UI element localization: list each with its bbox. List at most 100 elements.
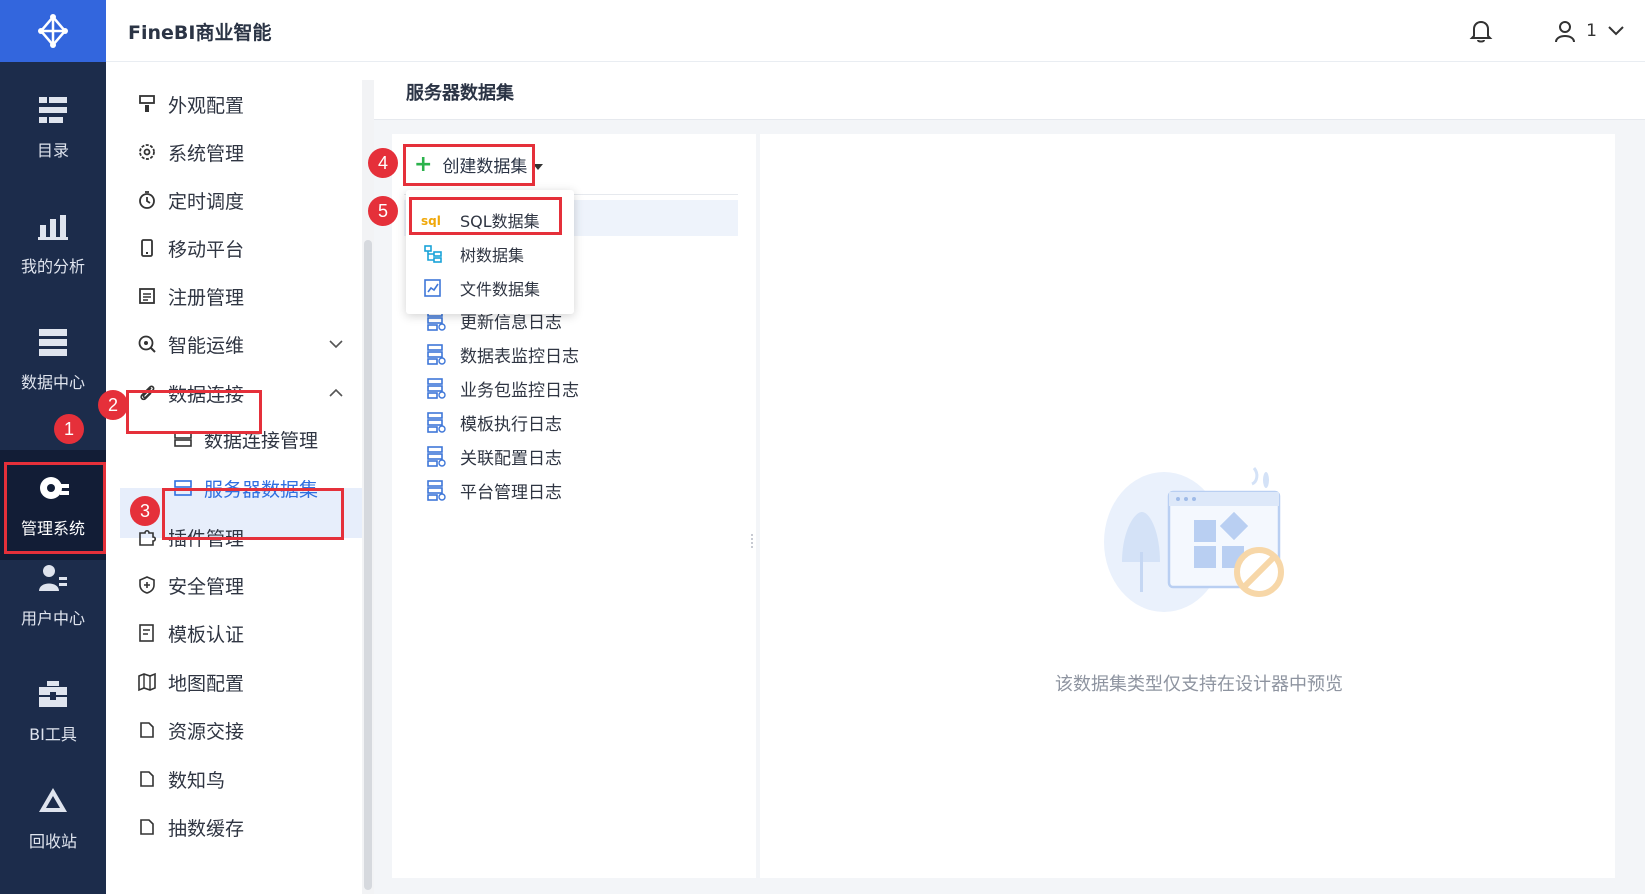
dataset-icon <box>427 378 446 399</box>
menu-item-label: 模板认证 <box>168 623 245 646</box>
dataset-item[interactable]: 平台管理日志 <box>426 472 562 508</box>
ops-icon <box>136 333 158 355</box>
rail-item-analysis[interactable]: 我的分析 <box>0 188 106 298</box>
user-name: 1 <box>1586 21 1597 41</box>
toolbox-icon <box>36 677 70 711</box>
notification-bell-icon[interactable] <box>1467 17 1495 45</box>
mobile-icon <box>136 237 158 259</box>
menu-item-mobile[interactable]: 移动平台 <box>136 228 244 268</box>
settings-icon <box>136 141 158 163</box>
rail-item-label: 目录 <box>36 141 69 160</box>
menu-item-label: 外观配置 <box>168 94 245 117</box>
brush-icon <box>136 93 158 115</box>
menu-item-resource-handover[interactable]: 资源交接 <box>136 710 244 750</box>
chevron-down-icon[interactable] <box>328 336 344 352</box>
menu-item-label: 抽数缓存 <box>168 817 245 840</box>
user-menu[interactable]: 1 <box>1554 17 1625 45</box>
chevron-up-icon[interactable] <box>328 385 344 401</box>
shield-icon <box>136 574 158 596</box>
menu-item-label: 数知鸟 <box>168 769 226 792</box>
data-center-icon <box>36 325 70 359</box>
empty-preview-illustration <box>1104 467 1284 612</box>
annotation-badge-2: 2 <box>98 390 128 420</box>
rail-item-label: 用户中心 <box>20 609 85 628</box>
dataset-icon <box>427 480 446 501</box>
register-icon <box>136 285 158 307</box>
menu-item-system[interactable]: 系统管理 <box>136 132 244 172</box>
annotation-badge-4: 4 <box>368 148 398 178</box>
menu-item-label: 智能运维 <box>168 334 245 357</box>
menu-item-map-config[interactable]: 地图配置 <box>136 662 244 702</box>
rail-item-label: BI工具 <box>29 725 77 744</box>
dataset-item[interactable]: 数据表监控日志 <box>426 336 579 372</box>
logo-icon <box>38 14 68 48</box>
scrollbar-thumb[interactable] <box>364 240 372 890</box>
app-title: FineBI商业智能 <box>128 22 272 44</box>
annotation-box-data-connection <box>126 390 262 434</box>
main-nav-rail: 目录 我的分析 数据中心 管理系统 用户中心 BI工具 回收站 <box>0 0 106 894</box>
menu-item-appearance[interactable]: 外观配置 <box>136 84 244 124</box>
dataset-label: 数据表监控日志 <box>460 346 579 367</box>
chevron-down-icon <box>1608 26 1624 36</box>
document-icon <box>136 719 158 741</box>
rail-item-catalog[interactable]: 目录 <box>0 72 106 182</box>
app-logo[interactable] <box>0 0 106 62</box>
dataset-icon <box>427 412 446 433</box>
file-icon <box>420 277 446 299</box>
menu-item-registration[interactable]: 注册管理 <box>136 276 244 316</box>
menu-item-label: 系统管理 <box>168 142 245 165</box>
map-icon <box>136 671 158 693</box>
menu-item-label: 注册管理 <box>168 286 245 309</box>
app-root: 目录 我的分析 数据中心 管理系统 用户中心 BI工具 回收站 FineBI商业… <box>0 0 1645 894</box>
rail-item-user-center[interactable]: 用户中心 <box>0 540 106 650</box>
management-menu: 外观配置 系统管理 定时调度 移动平台 注册管理 智能运维 数据连接 数据连接管… <box>106 62 374 894</box>
menu-item-shuzhiniao[interactable]: 数知鸟 <box>136 759 225 799</box>
annotation-badge-3: 3 <box>130 496 160 526</box>
dropdown-item-label: 文件数据集 <box>460 280 541 299</box>
annotation-box-server-dataset <box>162 488 344 540</box>
document-icon <box>136 768 158 790</box>
menu-item-security[interactable]: 安全管理 <box>136 565 244 605</box>
dataset-label: 业务包监控日志 <box>460 380 579 401</box>
menu-item-schedule[interactable]: 定时调度 <box>136 180 244 220</box>
menu-item-label: 定时调度 <box>168 190 245 213</box>
annotation-badge-5: 5 <box>368 196 398 226</box>
dropdown-item-label: 树数据集 <box>460 246 525 265</box>
rail-item-recycle[interactable]: 回收站 <box>0 768 106 868</box>
menu-item-extract-cache[interactable]: 抽数缓存 <box>136 807 244 847</box>
tree-icon <box>420 243 446 265</box>
menu-item-ops[interactable]: 智能运维 <box>136 324 346 364</box>
timer-icon <box>136 189 158 211</box>
catalog-icon <box>36 93 70 127</box>
dataset-item[interactable]: 关联配置日志 <box>426 438 562 474</box>
annotation-box-management <box>4 462 106 554</box>
dropdown-item-file-dataset[interactable]: 文件数据集 <box>420 270 540 306</box>
document-icon <box>136 816 158 838</box>
annotation-badge-1: 1 <box>54 414 84 444</box>
analysis-icon <box>36 209 70 243</box>
menu-item-label: 安全管理 <box>168 575 245 598</box>
rail-item-label: 我的分析 <box>20 257 85 276</box>
rail-item-bi-tools[interactable]: BI工具 <box>0 656 106 766</box>
dataset-label: 模板执行日志 <box>460 414 562 435</box>
rail-item-label: 回收站 <box>28 832 77 851</box>
rail-item-data-center[interactable]: 数据中心 <box>0 304 106 414</box>
dropdown-item-tree-dataset[interactable]: 树数据集 <box>420 236 524 272</box>
top-header: FineBI商业智能 1 <box>106 0 1645 62</box>
panel-splitter[interactable] <box>749 532 755 552</box>
certificate-icon <box>136 622 158 644</box>
main-content: 服务器数据集 + 创建数据集 更新信息日志 数据表监控日志 业务包监控日志 模板… <box>374 62 1645 894</box>
puzzle-icon <box>136 526 158 548</box>
dataset-label: 平台管理日志 <box>460 482 562 503</box>
annotation-box-sql-dataset <box>409 197 562 235</box>
menu-item-label: 地图配置 <box>168 672 245 695</box>
dataset-icon <box>427 344 446 365</box>
recycle-icon <box>36 784 70 818</box>
breadcrumb-bar: 服务器数据集 <box>374 62 1645 120</box>
dataset-item[interactable]: 业务包监控日志 <box>426 370 579 406</box>
user-icon <box>1555 21 1576 43</box>
user-center-icon <box>36 561 70 595</box>
menu-item-label: 资源交接 <box>168 720 245 743</box>
menu-item-template-auth[interactable]: 模板认证 <box>136 613 244 653</box>
dataset-item[interactable]: 模板执行日志 <box>426 404 562 440</box>
